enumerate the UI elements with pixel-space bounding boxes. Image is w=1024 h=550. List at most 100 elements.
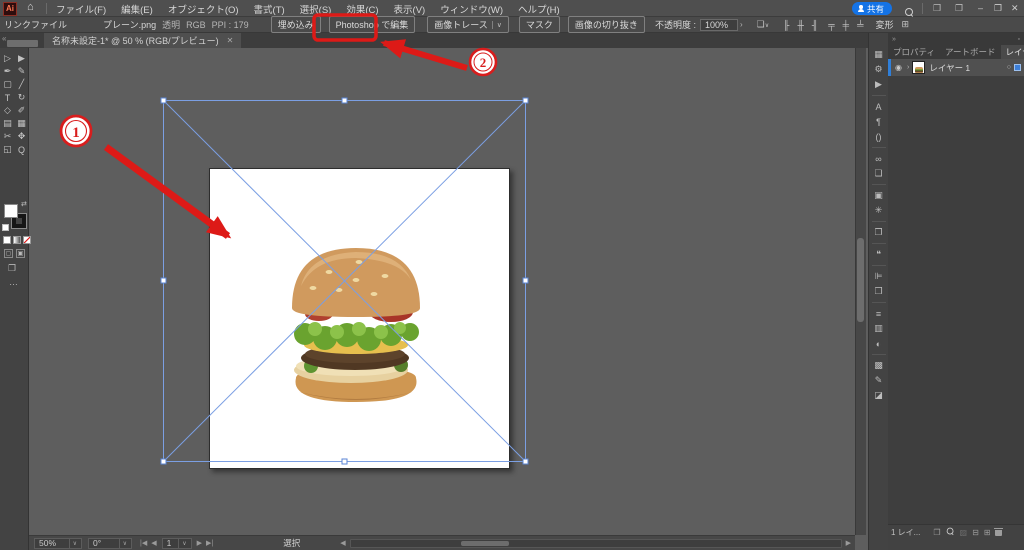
brushes-icon[interactable]: ✎ xyxy=(869,373,888,388)
menu-view[interactable]: 表示(V) xyxy=(394,2,426,16)
tab-strip-scroll[interactable] xyxy=(7,40,38,47)
layer-thumbnail[interactable] xyxy=(912,61,925,74)
align-right-icon[interactable]: ╢ xyxy=(812,20,818,30)
swap-fill-stroke-icon[interactable]: ⇄ xyxy=(21,200,27,208)
arrange-documents-icon[interactable]: ❒ xyxy=(933,3,941,14)
delete-layer-icon[interactable] xyxy=(995,528,1002,538)
graph-icon[interactable]: ▦ xyxy=(869,47,888,62)
horizontal-scrollbar-thumb[interactable] xyxy=(461,541,509,546)
window-minimize-button[interactable]: – xyxy=(978,3,983,13)
play-icon[interactable]: ▶ xyxy=(869,77,888,92)
transform-icon[interactable]: ▣ xyxy=(869,188,888,203)
new-layer-icon[interactable]: ⊞ xyxy=(984,528,991,537)
layer-name[interactable]: レイヤー 1 xyxy=(929,62,1006,74)
gradient-icon[interactable]: ▥ xyxy=(869,321,888,336)
line-segment-tool[interactable]: ╱ xyxy=(15,78,29,91)
first-artboard-icon[interactable]: |◀ xyxy=(140,539,147,547)
artboards-icon[interactable]: ❏ xyxy=(869,166,888,181)
canvas[interactable] xyxy=(29,48,853,535)
artboard-number-field[interactable]: 1 ∨ xyxy=(162,538,192,549)
expand-layer-icon[interactable]: › xyxy=(907,64,909,71)
vertical-scrollbar-thumb[interactable] xyxy=(857,238,864,322)
transform-bbox-icon[interactable]: ⊞ xyxy=(901,19,909,30)
pathfinder-icon[interactable]: ❒ xyxy=(869,284,888,299)
menu-edit[interactable]: 編集(E) xyxy=(121,2,153,16)
chevron-down-icon[interactable]: ∨ xyxy=(119,538,127,549)
workspace-switcher-icon[interactable]: ❐ xyxy=(955,3,963,14)
gradient-tool[interactable]: ▤ xyxy=(1,117,15,130)
actions-gear-icon[interactable]: ⚙ xyxy=(869,62,888,77)
tab-artboards[interactable]: アートボード xyxy=(940,45,1001,59)
symbols-icon[interactable]: ▩ xyxy=(869,358,888,373)
menu-type[interactable]: 書式(T) xyxy=(254,2,285,16)
align-bottom-icon[interactable]: ╧ xyxy=(857,20,863,30)
opacity-chevron-icon[interactable]: › xyxy=(740,20,743,29)
export-icon[interactable]: ❐ xyxy=(869,225,888,240)
visibility-eye-icon[interactable]: ◉ xyxy=(895,63,902,72)
zoom-tool[interactable]: Q xyxy=(15,143,29,156)
gradient-button[interactable] xyxy=(13,236,21,244)
style-dropdown-icon[interactable]: ❏∨ xyxy=(757,19,769,30)
paragraph-icon[interactable]: ¶ xyxy=(869,114,888,129)
pen-tool[interactable]: ✒ xyxy=(1,65,15,78)
edit-toolbar-icon[interactable]: … xyxy=(9,277,19,287)
align-top-icon[interactable]: ╤ xyxy=(828,20,834,30)
draw-normal-mode-button[interactable]: ▢ xyxy=(4,249,13,258)
menu-window[interactable]: ウィンドウ(W) xyxy=(440,2,503,16)
paintbrush-tool[interactable]: ✎ xyxy=(15,65,29,78)
fill-swatch[interactable] xyxy=(4,204,18,218)
tab-properties[interactable]: プロパティ xyxy=(888,45,940,59)
layer-target-icon[interactable]: ○ xyxy=(1007,64,1011,71)
rotate-tool[interactable]: ↻ xyxy=(15,91,29,104)
crop-image-button[interactable]: 画像の切り抜き xyxy=(568,16,645,33)
new-sublayer-icon[interactable]: ⊟ xyxy=(972,528,979,537)
shaper-tool[interactable]: ◇ xyxy=(1,104,15,117)
layer-selection-indicator[interactable] xyxy=(1014,64,1021,71)
close-tab-icon[interactable]: ✕ xyxy=(227,36,234,45)
comments-icon[interactable]: ❝ xyxy=(869,247,888,262)
artboard-tool[interactable]: ◱ xyxy=(1,143,15,156)
none-button[interactable] xyxy=(23,236,31,244)
type-tool[interactable]: T xyxy=(1,91,15,104)
linked-file-name[interactable]: プレーン.png xyxy=(103,18,156,31)
menu-file[interactable]: ファイル(F) xyxy=(56,2,106,16)
window-close-button[interactable]: ✕ xyxy=(1011,3,1019,14)
opentype-icon[interactable]: () xyxy=(869,129,888,144)
hand-tool[interactable]: ✥ xyxy=(15,130,29,143)
window-restore-button[interactable]: ❐ xyxy=(994,3,1002,14)
collect-for-export-icon[interactable]: ❐ xyxy=(933,528,940,537)
rectangle-tool[interactable]: ▢ xyxy=(1,78,15,91)
menu-object[interactable]: オブジェクト(O) xyxy=(168,2,239,16)
collapse-panels-icon[interactable]: » xyxy=(892,36,896,43)
character-icon[interactable]: A xyxy=(869,99,888,114)
last-artboard-icon[interactable]: ▶| xyxy=(206,539,213,547)
scissors-tool[interactable]: ✂ xyxy=(1,130,15,143)
embed-button[interactable]: 埋め込み xyxy=(271,16,321,33)
align-icon[interactable]: ⊫ xyxy=(869,269,888,284)
collapse-dock-icon[interactable]: « xyxy=(2,34,6,43)
edit-in-photoshop-button[interactable]: Photoshop で編集 xyxy=(329,16,416,33)
tab-layers[interactable]: レイヤー xyxy=(1001,45,1024,59)
chevron-down-icon[interactable]: ∨ xyxy=(178,538,186,549)
scroll-right-icon[interactable]: ▶ xyxy=(846,539,851,547)
horizontal-scrollbar[interactable] xyxy=(350,539,842,548)
mask-button[interactable]: マスク xyxy=(519,16,560,33)
share-button[interactable]: 共有 xyxy=(852,2,892,15)
draw-behind-mode-button[interactable]: ▣ xyxy=(16,249,25,258)
previous-artboard-icon[interactable]: ◀ xyxy=(151,539,156,547)
stroke-icon[interactable]: ≡ xyxy=(869,306,888,321)
direct-selection-tool[interactable]: ▶ xyxy=(15,52,29,65)
align-left-icon[interactable]: ╟ xyxy=(783,20,789,30)
links-icon[interactable]: ∞ xyxy=(869,151,888,166)
rotation-field[interactable]: 0° ∨ xyxy=(88,538,132,549)
menu-effect[interactable]: 効果(C) xyxy=(346,2,378,16)
home-icon[interactable]: ⌂ xyxy=(27,1,34,13)
align-middle-vertical-icon[interactable]: ╪ xyxy=(843,20,849,30)
align-center-horizontal-icon[interactable]: ╫ xyxy=(798,20,804,30)
panel-drag-handle[interactable]: ▫ xyxy=(1018,36,1020,43)
image-trace-button[interactable]: 画像トレース ∨ xyxy=(427,16,509,33)
chevron-down-icon[interactable]: ∨ xyxy=(69,538,77,549)
selection-tool[interactable]: ▷ xyxy=(1,52,15,65)
chevron-down-icon[interactable]: ∨ xyxy=(492,21,502,29)
appearance-icon[interactable]: ✳ xyxy=(869,203,888,218)
